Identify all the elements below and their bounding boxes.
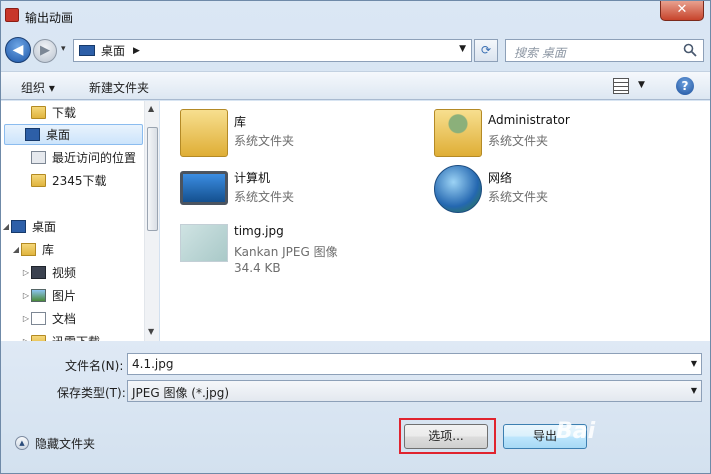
search-input[interactable]: 搜索 桌面 (505, 39, 704, 62)
sidebar-item-2345-downloads[interactable]: 2345下载 (1, 170, 144, 191)
address-bar[interactable]: 桌面 ▶ ▼ (73, 39, 472, 62)
computer-icon (180, 171, 228, 205)
desktop-icon (25, 128, 40, 141)
options-button[interactable]: 选项... (404, 424, 488, 449)
file-name: 网络 (488, 171, 513, 185)
search-icon[interactable] (683, 43, 697, 57)
file-name: Administrator (488, 113, 570, 127)
user-folder-icon (434, 109, 482, 157)
sidebar-item-label: 桌面 (46, 128, 71, 142)
refresh-button[interactable]: ⟳ (474, 39, 498, 62)
sidebar-item-label: 迅雷下载 (52, 333, 100, 341)
file-type: 系统文件夹 (488, 134, 549, 148)
file-type: 系统文件夹 (234, 190, 295, 204)
sidebar-item-desktop-tree[interactable]: ◢ 桌面 (1, 216, 144, 237)
app-icon (5, 8, 19, 22)
pictures-library-icon (31, 289, 46, 302)
filename-dropdown-icon[interactable]: ▼ (691, 359, 697, 368)
file-item-computer[interactable]: 计算机 系统文件夹 (180, 165, 420, 221)
window-title: 输出动画 (25, 11, 74, 25)
filetype-select[interactable]: JPEG 图像 (*.jpg) ▼ (127, 380, 702, 402)
desktop-icon (11, 220, 26, 233)
forward-button[interactable]: ▶ (33, 39, 57, 63)
sidebar-item-label: 2345下载 (52, 174, 107, 188)
sidebar-item-libraries[interactable]: ◢ 库 (1, 239, 144, 260)
sidebar-item-xunlei-downloads[interactable]: ▷ 迅雷下载 (1, 331, 144, 341)
hide-folders-toggle[interactable]: 隐藏文件夹 (35, 435, 95, 452)
address-text[interactable]: 桌面 (101, 42, 125, 59)
file-item-libraries[interactable]: 库 系统文件夹 (180, 109, 420, 165)
view-dropdown-icon[interactable]: ▼ (638, 80, 645, 90)
navigation-scrollbar[interactable]: ▲ ▼ (144, 101, 159, 341)
file-name: 计算机 (234, 171, 271, 185)
library-folder-icon (180, 109, 228, 157)
sidebar-item-videos[interactable]: ▷ 视频 (1, 262, 144, 283)
sidebar-item-desktop-fav[interactable]: 桌面 (4, 124, 143, 145)
file-size: 34.4 KB (234, 261, 281, 275)
filename-value[interactable]: 4.1.jpg (132, 357, 173, 371)
scroll-down-icon[interactable]: ▼ (148, 327, 154, 336)
collapse-up-icon[interactable]: ▲ (15, 436, 29, 450)
filename-field[interactable]: 4.1.jpg ▼ (127, 353, 702, 375)
library-icon (21, 243, 36, 256)
file-type: 系统文件夹 (488, 190, 549, 204)
filetype-value: JPEG 图像 (*.jpg) (132, 386, 230, 400)
file-name: timg.jpg (234, 224, 284, 238)
file-item-network[interactable]: 网络 系统文件夹 (434, 165, 674, 221)
download-folder-icon (31, 106, 46, 119)
sidebar-item-label: 下载 (52, 106, 77, 120)
save-dialog-window: 输出动画 ✕ ◀ ▶ ▾ 桌面 ▶ ▼ ⟳ 搜索 桌面 组织 ▾ 新建文件夹 ▼… (0, 0, 711, 474)
back-button[interactable]: ◀ (5, 37, 31, 63)
search-placeholder: 搜索 桌面 (514, 46, 566, 60)
collapsed-triangle-icon[interactable]: ▷ (21, 314, 31, 323)
sidebar-item-label: 图片 (52, 289, 77, 303)
new-folder-button[interactable]: 新建文件夹 (89, 79, 149, 96)
folder-icon (31, 174, 46, 187)
collapsed-triangle-icon[interactable]: ▷ (21, 291, 31, 300)
network-icon (434, 165, 482, 213)
sidebar-item-pictures[interactable]: ▷ 图片 (1, 285, 144, 306)
watermark-logo: Bai (556, 419, 596, 444)
navigation-pane: 下载 桌面 最近访问的位置 2345下载 ◢ 桌面 ◢ 库 ▷ 视频 ▷ 图片 … (1, 101, 159, 341)
documents-library-icon (31, 312, 46, 325)
filetype-dropdown-icon[interactable]: ▼ (691, 386, 697, 395)
file-item-administrator[interactable]: Administrator 系统文件夹 (434, 109, 674, 165)
recent-places-icon (31, 151, 46, 164)
collapsed-triangle-icon[interactable]: ▷ (21, 268, 31, 277)
sidebar-item-label: 最近访问的位置 (52, 151, 137, 165)
expanded-triangle-icon[interactable]: ◢ (11, 245, 21, 254)
organize-menu[interactable]: 组织 ▾ (21, 79, 55, 96)
title-bar: 输出动画 ✕ (1, 1, 710, 31)
jpeg-thumbnail-icon (180, 224, 228, 262)
help-icon[interactable]: ? (676, 77, 694, 95)
navigation-row: ◀ ▶ ▾ 桌面 ▶ ▼ ⟳ 搜索 桌面 (1, 35, 710, 65)
scrollbar-thumb[interactable] (147, 127, 158, 231)
expanded-triangle-icon[interactable]: ◢ (1, 222, 11, 231)
dialog-footer: 文件名(N): 4.1.jpg ▼ 保存类型(T): JPEG 图像 (*.jp… (1, 341, 710, 473)
file-type: 系统文件夹 (234, 134, 295, 148)
sidebar-item-label: 桌面 (32, 220, 57, 234)
desktop-icon (79, 45, 95, 56)
history-dropdown-icon[interactable]: ▾ (61, 44, 66, 54)
sidebar-item-label: 库 (42, 243, 55, 257)
filename-label: 文件名(N): (65, 359, 124, 373)
sidebar-item-recent[interactable]: 最近访问的位置 (1, 147, 144, 168)
sidebar-item-documents[interactable]: ▷ 文档 (1, 308, 144, 329)
file-name: 库 (234, 115, 247, 129)
view-options-icon[interactable] (613, 78, 629, 94)
file-list: 库 系统文件夹 Administrator 系统文件夹 计算机 系统文件夹 网络… (160, 101, 710, 341)
sidebar-item-label: 视频 (52, 266, 77, 280)
close-button[interactable]: ✕ (660, 1, 704, 21)
filetype-label: 保存类型(T): (57, 386, 126, 400)
breadcrumb-chevron-icon[interactable]: ▶ (133, 46, 140, 56)
address-dropdown-icon[interactable]: ▼ (459, 44, 466, 54)
scroll-up-icon[interactable]: ▲ (148, 104, 154, 113)
file-type: Kankan JPEG 图像 (234, 245, 338, 259)
sidebar-item-label: 文档 (52, 312, 77, 326)
sidebar-item-downloads[interactable]: 下载 (1, 102, 144, 123)
command-toolbar: 组织 ▾ 新建文件夹 ▼ ? (1, 71, 710, 100)
file-item-timg[interactable]: timg.jpg Kankan JPEG 图像 34.4 KB (180, 220, 420, 280)
video-library-icon (31, 266, 46, 279)
